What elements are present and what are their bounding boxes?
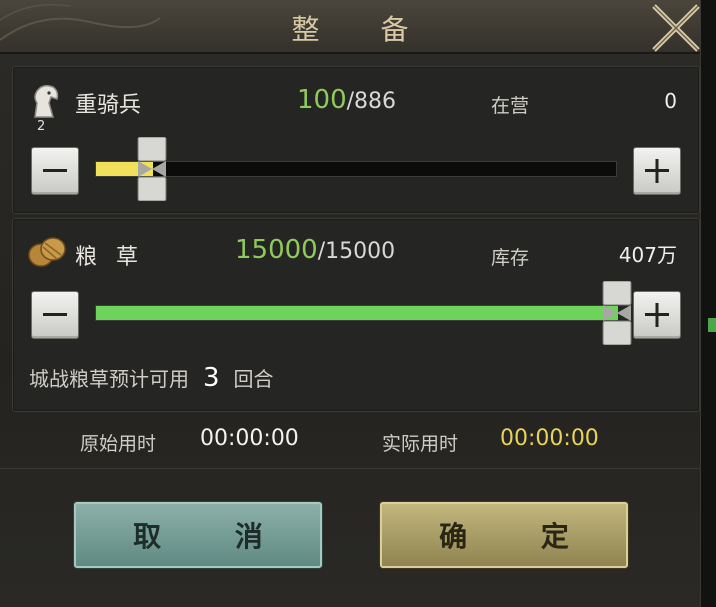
estimate-prefix: 城战粮草预计可用 [29, 367, 189, 391]
estimate-suffix: 回合 [233, 367, 274, 391]
grain-bundle-icon [27, 233, 67, 273]
garrison-label: 在营 [491, 95, 530, 117]
garrison-value: 0 [664, 89, 677, 113]
stock-label: 库存 [491, 247, 530, 269]
grain-slider-track[interactable] [95, 305, 618, 321]
background-edge [701, 0, 716, 607]
cavalry-slider-handle[interactable] [137, 136, 167, 202]
grain-max: /15000 [317, 239, 396, 264]
grain-panel: 粮 草 15000/15000 库存 407万 城战粮草预计可用 3 回合 [12, 218, 700, 412]
cavalry-amount: 100/886 [297, 85, 396, 115]
confirm-button[interactable]: 确 定 [380, 502, 628, 568]
grain-slider-fill [96, 306, 618, 320]
grain-amount: 15000/15000 [235, 235, 395, 265]
plus-icon [645, 303, 669, 327]
divider [0, 468, 700, 469]
grain-minus-button[interactable] [31, 291, 79, 339]
cavalry-slider-track[interactable] [95, 161, 617, 177]
estimate-rounds: 3 [203, 363, 220, 393]
grain-name: 粮 草 [75, 245, 144, 270]
cavalry-minus-button[interactable] [31, 147, 79, 195]
grain-slider-handle[interactable] [602, 280, 632, 346]
original-time-value: 00:00:00 [200, 426, 299, 451]
prep-dialog: 整 备 2 重骑兵 100/886 在营 0 粮 草 15000/15000 库… [0, 0, 701, 607]
plus-icon [645, 159, 669, 183]
cavalry-max: /886 [346, 89, 397, 114]
close-x-icon [652, 4, 700, 52]
cancel-label: 取 消 [133, 520, 295, 553]
grain-plus-button[interactable] [633, 291, 681, 339]
horse-head-icon [27, 83, 61, 123]
actual-time-value: 00:00:00 [500, 426, 599, 451]
dialog-title: 整 备 [291, 13, 435, 46]
close-button[interactable] [648, 0, 704, 54]
cavalry-panel: 2 重骑兵 100/886 在营 0 [12, 66, 700, 214]
actual-time-label: 实际用时 [382, 433, 459, 455]
minus-icon [43, 169, 67, 172]
minus-icon [43, 313, 67, 316]
original-time-label: 原始用时 [80, 433, 157, 455]
cavalry-plus-button[interactable] [633, 147, 681, 195]
background-edge-marker [708, 318, 716, 332]
confirm-label: 确 定 [439, 520, 601, 553]
cavalry-level: 2 [37, 119, 46, 134]
dialog-titlebar: 整 备 [0, 0, 700, 54]
cavalry-name: 重骑兵 [75, 93, 142, 118]
siege-grain-estimate: 城战粮草预计可用 3 回合 [29, 363, 274, 393]
grain-current: 15000 [235, 235, 318, 265]
cavalry-current: 100 [297, 85, 347, 115]
cancel-button[interactable]: 取 消 [74, 502, 322, 568]
stock-value: 407万 [618, 243, 677, 267]
